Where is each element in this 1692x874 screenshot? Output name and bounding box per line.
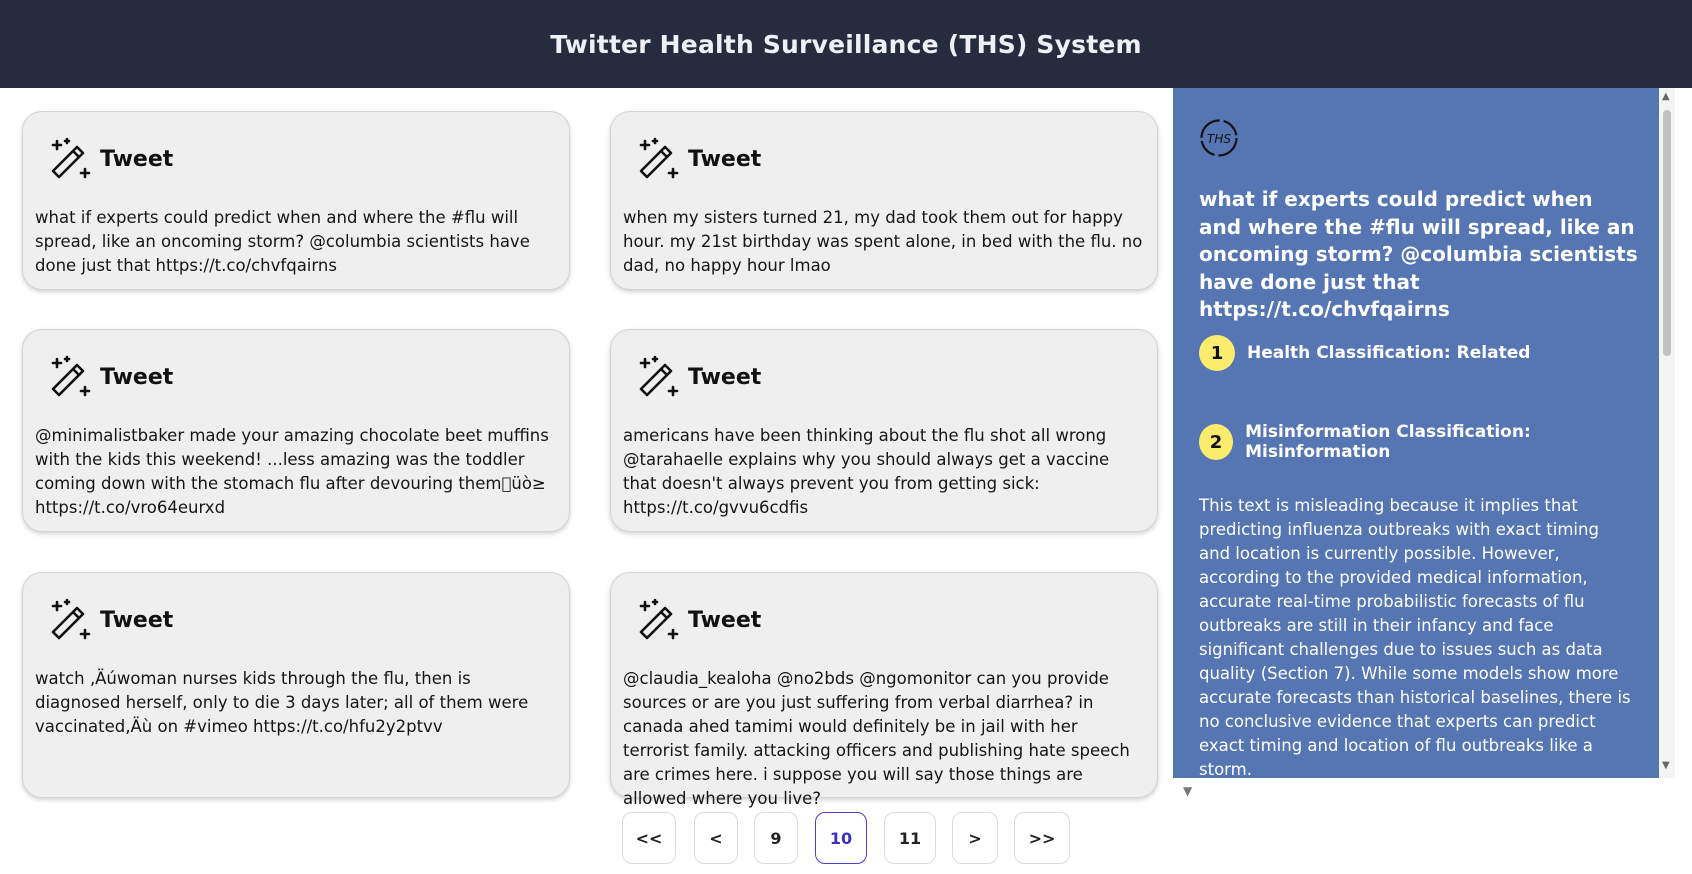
tweet-text: watch ‚Äúwoman nurses kids through the f… xyxy=(35,669,529,736)
first-page-button[interactable]: << xyxy=(622,812,676,864)
tweet-text: @claudia_kealoha @no2bds @ngomonitor can… xyxy=(623,669,1130,808)
prev-page-button[interactable]: < xyxy=(694,812,738,864)
tweet-card[interactable]: Tweet watch ‚Äúwoman nurses kids through… xyxy=(22,572,570,798)
ths-logo-icon: THS xyxy=(1200,119,1238,157)
magic-wand-icon xyxy=(639,355,679,397)
tweet-text: what if experts could predict when and w… xyxy=(35,208,530,275)
tweet-card[interactable]: Tweet @minimalistbaker made your amazing… xyxy=(22,329,570,532)
step-number-badge: 1 xyxy=(1199,335,1235,371)
health-classification-label: Health Classification: Related xyxy=(1247,343,1531,363)
tweet-card[interactable]: Tweet what if experts could predict when… xyxy=(22,111,570,290)
explanation-text: This text is misleading because it impli… xyxy=(1199,496,1631,778)
tweet-card[interactable]: Tweet americans have been thinking about… xyxy=(610,329,1158,532)
scroll-up-arrow-icon[interactable]: ▲ xyxy=(1662,91,1670,102)
scroll-down-arrow-icon[interactable]: ▼ xyxy=(1662,760,1670,771)
magic-wand-icon xyxy=(51,137,91,179)
misinformation-classification-step: 2 Misinformation Classification: Misinfo… xyxy=(1199,422,1659,462)
page-10-button[interactable]: 10 xyxy=(815,812,867,864)
tweet-card-header: Tweet xyxy=(623,342,1145,412)
next-page-button[interactable]: > xyxy=(952,812,998,864)
tweet-text: @minimalistbaker made your amazing choco… xyxy=(35,426,549,517)
tweet-card-title: Tweet xyxy=(100,146,174,172)
panel-scroll-down-icon[interactable]: ▼ xyxy=(1183,784,1192,798)
analysis-panel: THS what if experts could predict when a… xyxy=(1173,88,1659,778)
magic-wand-icon xyxy=(639,137,679,179)
page-11-button[interactable]: 11 xyxy=(884,812,936,864)
step-number-badge: 2 xyxy=(1199,424,1234,460)
tweet-card-title: Tweet xyxy=(100,607,174,633)
page-9-button[interactable]: 9 xyxy=(754,812,798,864)
panel-scrollbar[interactable]: ▲ ▼ xyxy=(1659,88,1675,778)
selected-tweet-text: what if experts could predict when and w… xyxy=(1199,187,1638,321)
magic-wand-icon xyxy=(51,355,91,397)
app-title: Twitter Health Surveillance (THS) System xyxy=(550,29,1142,59)
tweet-card-header: Tweet xyxy=(623,124,1145,194)
magic-wand-icon xyxy=(639,598,679,640)
tweet-card[interactable]: Tweet when my sisters turned 21, my dad … xyxy=(610,111,1158,290)
tweet-card[interactable]: Tweet @claudia_kealoha @no2bds @ngomonit… xyxy=(610,572,1158,808)
last-page-button[interactable]: >> xyxy=(1014,812,1070,864)
tweet-card-header: Tweet xyxy=(623,585,1145,655)
tweet-card-title: Tweet xyxy=(688,364,762,390)
tweet-card-header: Tweet xyxy=(35,585,557,655)
tweet-card-header: Tweet xyxy=(35,342,557,412)
tweet-card-title: Tweet xyxy=(688,607,762,633)
misinformation-classification-label: Misinformation Classification: Misinform… xyxy=(1245,422,1531,462)
scroll-thumb[interactable] xyxy=(1663,110,1671,356)
tweet-card-title: Tweet xyxy=(688,146,762,172)
app-header: Twitter Health Surveillance (THS) System xyxy=(0,0,1692,88)
magic-wand-icon xyxy=(51,598,91,640)
tweet-text: when my sisters turned 21, my dad took t… xyxy=(623,208,1143,275)
health-classification-step: 1 Health Classification: Related xyxy=(1199,335,1530,371)
tweet-text: americans have been thinking about the f… xyxy=(623,426,1110,517)
pagination: << < 9 10 11 > >> xyxy=(0,812,1170,866)
tweet-card-header: Tweet xyxy=(35,124,557,194)
tweet-card-title: Tweet xyxy=(100,364,174,390)
logo-text: THS xyxy=(1207,132,1231,146)
